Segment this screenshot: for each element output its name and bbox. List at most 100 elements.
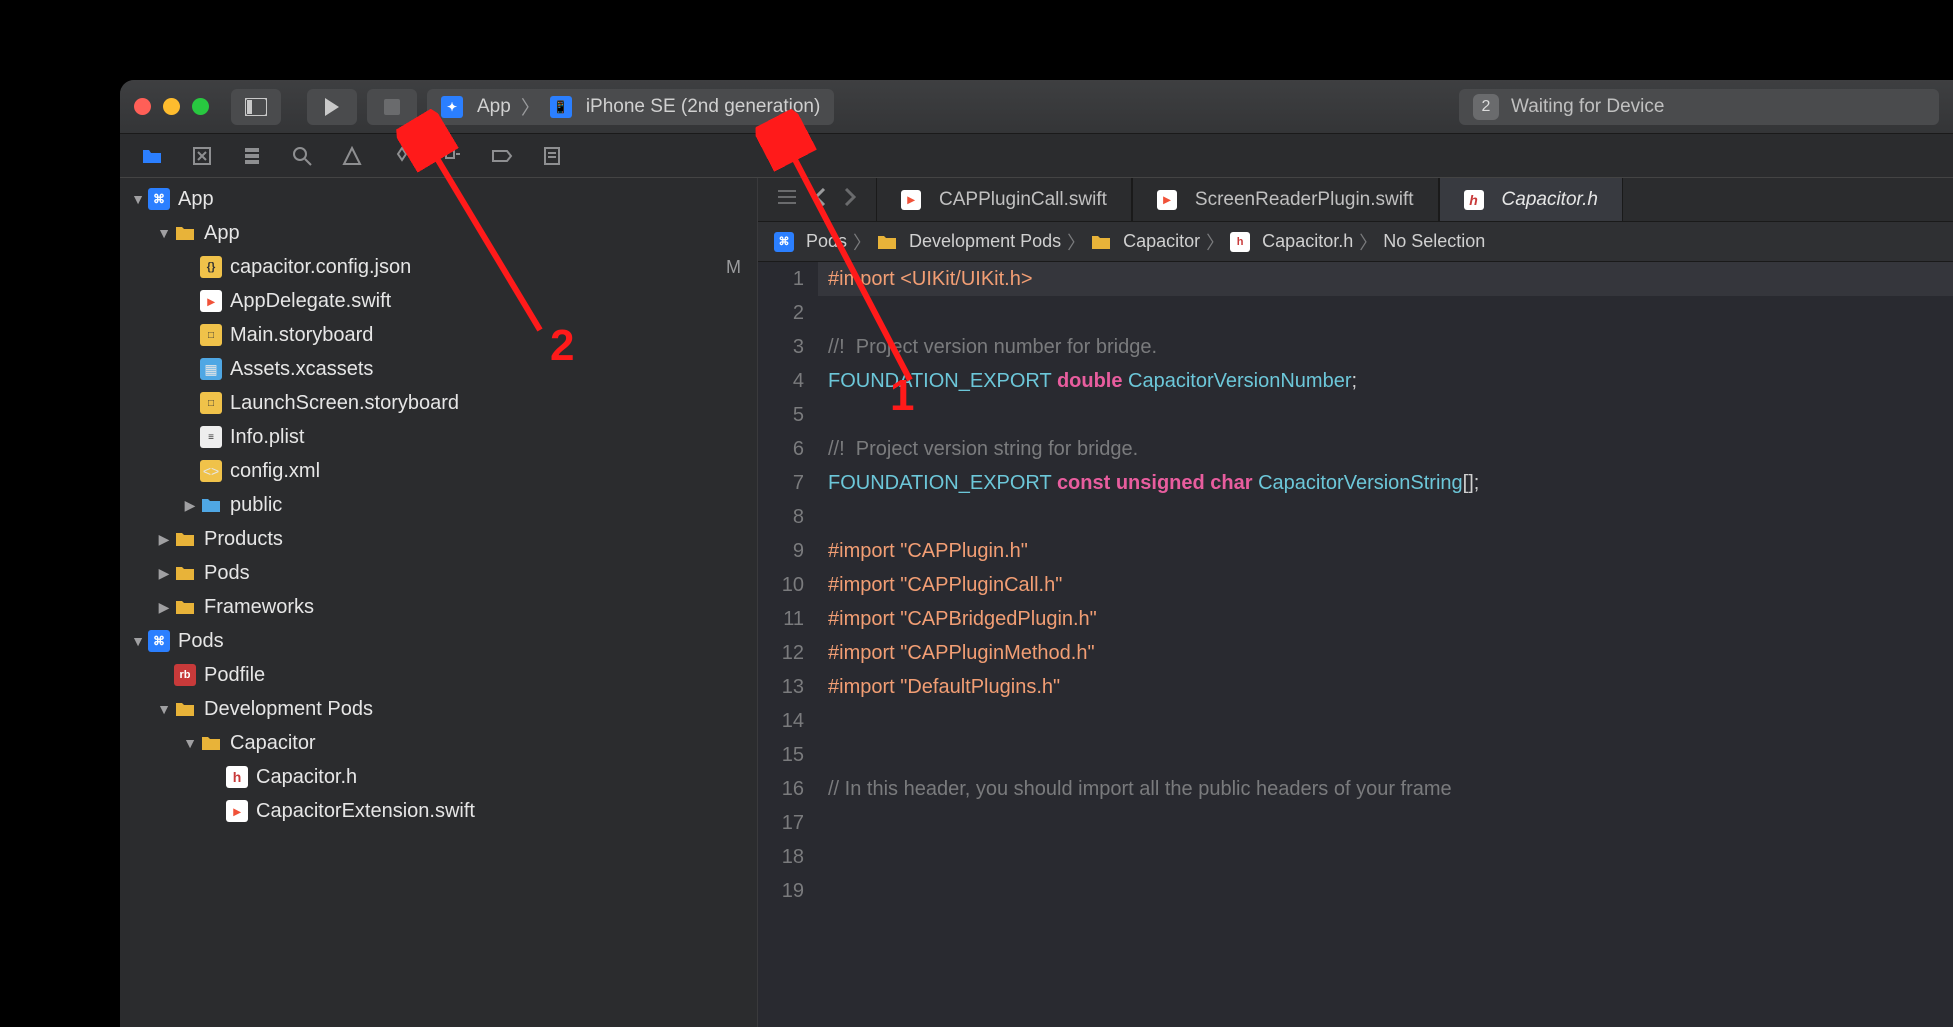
breadcrumb-segment[interactable]: Pods — [806, 231, 847, 252]
issue-navigator-icon[interactable] — [340, 144, 364, 168]
disclosure-triangle-icon[interactable]: ▶ — [156, 565, 172, 582]
tree-item[interactable]: ≡Info.plist — [120, 420, 757, 454]
editor-tabbar: ▸CAPPluginCall.swift▸ScreenReaderPlugin.… — [758, 178, 1953, 222]
tree-item[interactable]: ▸CapacitorExtension.swift — [120, 794, 757, 828]
maximize-icon[interactable] — [192, 98, 209, 115]
project-navigator[interactable]: ▼⌘App▼App{}capacitor.config.jsonM▸AppDel… — [120, 178, 758, 1027]
tree-item-label: config.xml — [230, 460, 741, 483]
tree-item[interactable]: ▼⌘App — [120, 182, 757, 216]
test-navigator-icon[interactable] — [390, 144, 414, 168]
line-number: 14 — [758, 704, 804, 738]
breadcrumb-segment[interactable]: No Selection — [1383, 231, 1485, 252]
code-line[interactable]: //! Project version number for bridge. — [818, 330, 1953, 364]
tree-item[interactable]: rbPodfile — [120, 658, 757, 692]
find-navigator-icon[interactable] — [290, 144, 314, 168]
chevron-right-icon: 〉 — [853, 229, 871, 255]
h-icon: h — [1230, 232, 1250, 252]
stop-button[interactable] — [367, 89, 417, 125]
tab-label: Capacitor.h — [1502, 189, 1598, 211]
tree-item[interactable]: □Main.storyboard — [120, 318, 757, 352]
disclosure-triangle-icon[interactable]: ▶ — [156, 531, 172, 548]
proj-icon: ⌘ — [774, 232, 794, 252]
minimize-icon[interactable] — [163, 98, 180, 115]
source-editor[interactable]: 12345678910111213141516171819 #import <U… — [758, 262, 1953, 1027]
status-badge: 2 — [1473, 94, 1499, 120]
code-line[interactable] — [818, 296, 1953, 330]
code-line[interactable]: #import "CAPBridgedPlugin.h" — [818, 602, 1953, 636]
symbol-navigator-icon[interactable] — [240, 144, 264, 168]
tree-item[interactable]: <>config.xml — [120, 454, 757, 488]
code-line[interactable]: #import <UIKit/UIKit.h> — [818, 262, 1953, 296]
tree-item[interactable]: ▶public — [120, 488, 757, 522]
disclosure-triangle-icon[interactable]: ▼ — [156, 225, 172, 241]
breadcrumb-segment[interactable]: Capacitor.h — [1262, 231, 1353, 252]
code-line[interactable] — [818, 500, 1953, 534]
code-line[interactable] — [818, 840, 1953, 874]
tree-item[interactable]: {}capacitor.config.jsonM — [120, 250, 757, 284]
folder-icon — [174, 222, 196, 244]
h-icon: h — [1464, 190, 1484, 210]
line-number: 3 — [758, 330, 804, 364]
code-line[interactable] — [818, 806, 1953, 840]
code-line[interactable]: FOUNDATION_EXPORT double CapacitorVersio… — [818, 364, 1953, 398]
tree-item[interactable]: ▼⌘Pods — [120, 624, 757, 658]
editor-tab[interactable]: h Capacitor.h — [1439, 178, 1623, 221]
swift-icon: ▸ — [200, 290, 222, 312]
breadcrumb-segment[interactable]: Development Pods — [909, 231, 1061, 252]
folder-icon — [877, 232, 897, 252]
status-text: Waiting for Device — [1511, 96, 1664, 118]
source-control-navigator-icon[interactable] — [190, 144, 214, 168]
breadcrumb-segment[interactable]: Capacitor — [1123, 231, 1200, 252]
debug-navigator-icon[interactable] — [440, 144, 464, 168]
tree-item[interactable]: ▼Capacitor — [120, 726, 757, 760]
jump-bar[interactable]: ⌘Pods〉Development Pods〉Capacitor〉hCapaci… — [758, 222, 1953, 262]
disclosure-triangle-icon[interactable]: ▶ — [182, 497, 198, 514]
tree-item[interactable]: ▼Development Pods — [120, 692, 757, 726]
code-line[interactable] — [818, 738, 1953, 772]
code-line[interactable]: #import "CAPPluginMethod.h" — [818, 636, 1953, 670]
tree-item[interactable]: ▶Products — [120, 522, 757, 556]
editor-menu-icon[interactable] — [778, 190, 796, 209]
line-number: 18 — [758, 840, 804, 874]
disclosure-triangle-icon[interactable]: ▼ — [182, 735, 198, 751]
code-line[interactable]: //! Project version string for bridge. — [818, 432, 1953, 466]
tree-item[interactable]: hCapacitor.h — [120, 760, 757, 794]
scheme-device-label: iPhone SE (2nd generation) — [586, 96, 821, 118]
tree-item-label: Pods — [204, 562, 741, 585]
close-icon[interactable] — [134, 98, 151, 115]
sidebar-toggle-button[interactable] — [231, 89, 281, 125]
tab-label: CAPPluginCall.swift — [939, 189, 1107, 211]
code-line[interactable]: #import "CAPPlugin.h" — [818, 534, 1953, 568]
disclosure-triangle-icon[interactable]: ▼ — [130, 191, 146, 207]
disclosure-triangle-icon[interactable]: ▼ — [130, 633, 146, 649]
line-number: 9 — [758, 534, 804, 568]
editor-tab[interactable]: ▸ScreenReaderPlugin.swift — [1132, 178, 1439, 221]
code-line[interactable] — [818, 874, 1953, 908]
back-button[interactable] — [814, 188, 826, 211]
tree-item[interactable]: ▼App — [120, 216, 757, 250]
code-body[interactable]: #import <UIKit/UIKit.h> //! Project versi… — [818, 262, 1953, 1027]
breakpoint-navigator-icon[interactable] — [490, 144, 514, 168]
tree-item[interactable]: ▶ Pods — [120, 556, 757, 590]
forward-button[interactable] — [844, 188, 856, 211]
activity-status[interactable]: 2 Waiting for Device — [1459, 89, 1939, 125]
project-navigator-icon[interactable] — [140, 144, 164, 168]
plist-icon: ≡ — [200, 426, 222, 448]
tree-item[interactable]: ▦Assets.xcassets — [120, 352, 757, 386]
code-line[interactable] — [818, 704, 1953, 738]
xcassets-icon: ▦ — [200, 358, 222, 380]
tree-item[interactable]: ▶Frameworks — [120, 590, 757, 624]
code-line[interactable]: #import "CAPPluginCall.h" — [818, 568, 1953, 602]
tree-item[interactable]: ▸AppDelegate.swift — [120, 284, 757, 318]
report-navigator-icon[interactable] — [540, 144, 564, 168]
editor-tab[interactable]: ▸CAPPluginCall.swift — [876, 178, 1132, 221]
tree-item[interactable]: □LaunchScreen.storyboard — [120, 386, 757, 420]
code-line[interactable] — [818, 398, 1953, 432]
disclosure-triangle-icon[interactable]: ▼ — [156, 701, 172, 717]
code-line[interactable]: // In this header, you should import all… — [818, 772, 1953, 806]
scheme-selector[interactable]: ✦ App 〉 📱 iPhone SE (2nd generation) — [427, 89, 834, 125]
code-line[interactable]: #import "DefaultPlugins.h" — [818, 670, 1953, 704]
disclosure-triangle-icon[interactable]: ▶ — [156, 599, 172, 616]
code-line[interactable]: FOUNDATION_EXPORT const unsigned char Ca… — [818, 466, 1953, 500]
run-button[interactable] — [307, 89, 357, 125]
